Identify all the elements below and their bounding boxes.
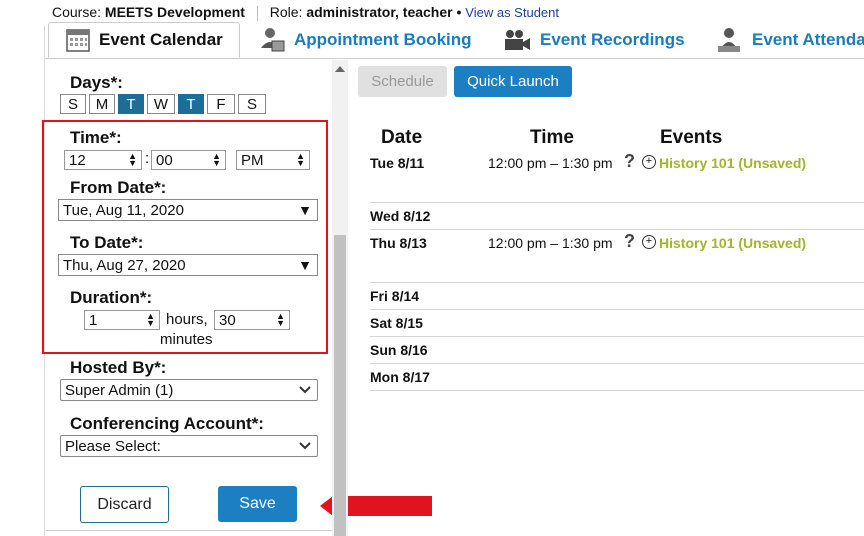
tab-label: Event Attendar xyxy=(752,30,864,49)
attendees-icon xyxy=(714,26,744,54)
video-camera-icon xyxy=(502,28,532,52)
panel-bottom-line xyxy=(46,530,332,531)
day-toggle-sunday[interactable]: S xyxy=(60,94,86,114)
person-desk-icon xyxy=(258,26,286,54)
row-divider xyxy=(370,309,864,310)
row-divider xyxy=(370,229,864,230)
chevron-down-icon xyxy=(299,383,311,397)
tab-event-calendar[interactable]: Event Calendar xyxy=(48,22,240,58)
column-header-events: Events xyxy=(660,127,723,148)
row-divider xyxy=(370,336,864,337)
day-toggle-saturday[interactable]: S xyxy=(238,94,266,114)
schedule-row-date: Wed 8/12 xyxy=(370,208,431,224)
bullet: • xyxy=(456,4,462,20)
row-divider xyxy=(370,282,864,283)
expand-plus-icon[interactable]: + xyxy=(642,155,656,169)
tab-label: Appointment Booking xyxy=(294,30,472,49)
quick-launch-button[interactable]: Quick Launch xyxy=(454,66,572,97)
schedule-row-date: Thu 8/13 xyxy=(370,235,427,251)
help-question-icon[interactable]: ? xyxy=(624,151,635,172)
help-question-icon[interactable]: ? xyxy=(624,231,635,252)
chevron-down-icon xyxy=(299,439,311,453)
schedule-row-date: Mon 8/17 xyxy=(370,369,430,385)
view-as-student-link[interactable]: View as Student xyxy=(465,5,559,20)
row-divider xyxy=(370,202,864,203)
save-button[interactable]: Save xyxy=(218,486,297,522)
schedule-row-date: Sat 8/15 xyxy=(370,315,423,331)
schedule-button[interactable]: Schedule xyxy=(358,66,447,97)
expand-plus-icon[interactable]: + xyxy=(642,235,656,249)
tab-event-attendance[interactable]: Event Attendar xyxy=(714,22,864,58)
day-toggle-wednesday[interactable]: W xyxy=(147,94,175,114)
day-toggle-thursday[interactable]: T xyxy=(178,94,204,114)
highlight-box xyxy=(42,120,328,354)
panel-scrollbar[interactable] xyxy=(332,60,348,536)
schedule-row-date: Fri 8/14 xyxy=(370,288,420,304)
conferencing-account-label: Conferencing Account*: xyxy=(70,414,264,433)
day-toggle-tuesday[interactable]: T xyxy=(118,94,144,114)
schedule-row-time: 12:00 pm – 1:30 pm xyxy=(488,155,613,171)
row-divider xyxy=(370,390,864,391)
tab-label: Event Recordings xyxy=(540,30,685,49)
role-label: Role: xyxy=(269,4,303,20)
tab-event-recordings[interactable]: Event Recordings xyxy=(502,22,685,58)
header-divider xyxy=(256,5,258,21)
tab-bar: Event Calendar Appointment Booking Event… xyxy=(44,22,864,59)
hosted-by-value: Super Admin (1) xyxy=(65,381,174,399)
schedule-row-time: 12:00 pm – 1:30 pm xyxy=(488,235,613,251)
course-name: MEETS Development xyxy=(104,4,245,20)
role-value: administrator, teacher xyxy=(306,4,453,20)
scroll-up-icon[interactable] xyxy=(335,66,345,72)
course-label: Course: xyxy=(52,4,102,20)
hosted-by-label: Hosted By*: xyxy=(70,358,167,377)
hosted-by-select[interactable]: Super Admin (1) xyxy=(60,379,318,401)
row-divider xyxy=(370,363,864,364)
days-selector: S M T W T F S xyxy=(60,94,269,114)
event-link[interactable]: History 101 (Unsaved) xyxy=(659,155,806,171)
conferencing-account-value: Please Select: xyxy=(65,437,161,455)
scrollbar-thumb[interactable] xyxy=(334,235,346,536)
column-header-date: Date xyxy=(381,127,423,148)
days-label: Days*: xyxy=(70,73,123,92)
calendar-icon xyxy=(65,27,91,53)
tab-appointment-booking[interactable]: Appointment Booking xyxy=(258,22,472,58)
day-toggle-monday[interactable]: M xyxy=(89,94,115,114)
discard-button[interactable]: Discard xyxy=(80,486,169,523)
conferencing-account-select[interactable]: Please Select: xyxy=(60,435,318,457)
tab-label: Event Calendar xyxy=(99,30,223,49)
day-toggle-friday[interactable]: F xyxy=(207,94,235,114)
event-link[interactable]: History 101 (Unsaved) xyxy=(659,235,806,251)
column-header-time: Time xyxy=(530,127,575,148)
schedule-row-date: Sun 8/16 xyxy=(370,342,428,358)
schedule-row-date: Tue 8/11 xyxy=(370,155,425,171)
